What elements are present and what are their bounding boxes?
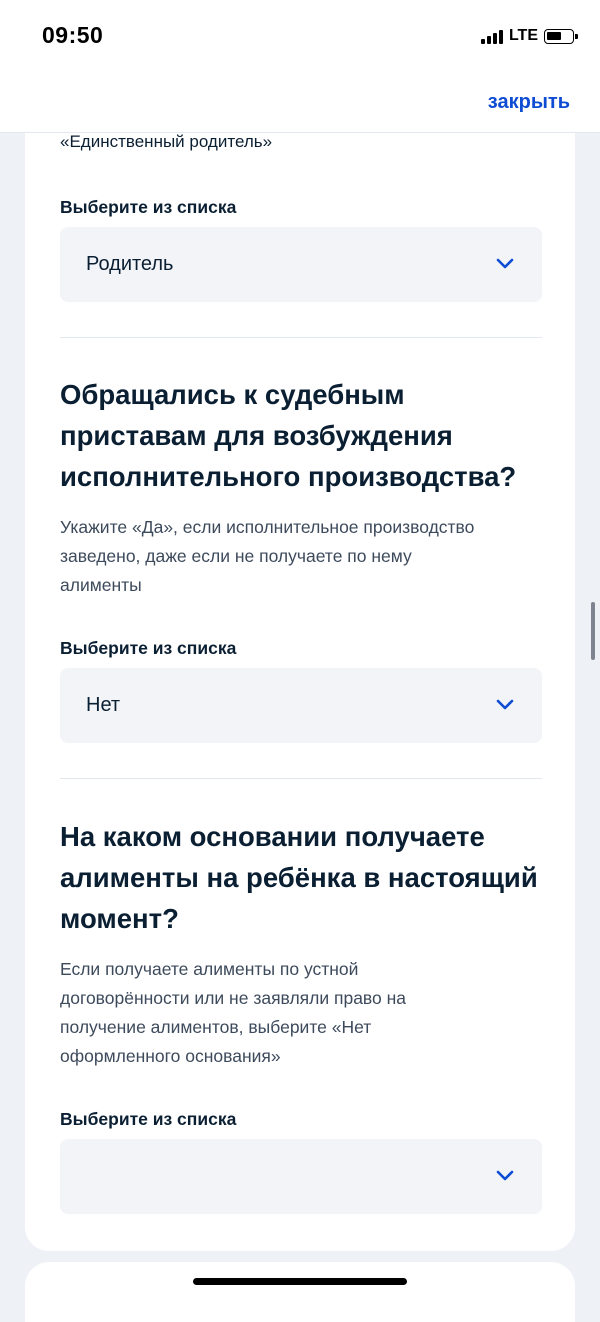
- hint-line: Укажите «Да», если исполнительное произв…: [60, 517, 475, 537]
- hint-line: оформленного основания»: [60, 1046, 281, 1066]
- question-alimony-basis: На каком основании получаете алименты на…: [60, 816, 542, 939]
- hint-line: Если получаете алименты по устной: [60, 959, 359, 979]
- question-line: На каком основании получаете: [60, 821, 485, 852]
- select-value: Нет: [86, 694, 121, 716]
- status-bar: 09:50 LTE: [0, 0, 600, 72]
- next-card: [25, 1262, 575, 1322]
- question-line: приставам для возбуждения: [60, 420, 453, 451]
- chevron-down-icon: [496, 258, 514, 269]
- divider: [60, 337, 542, 338]
- divider: [60, 778, 542, 779]
- form-card: «Единственный родитель» Выберите из спис…: [25, 133, 575, 1251]
- select-parent-role[interactable]: Родитель: [60, 227, 542, 302]
- select-value: Родитель: [86, 253, 174, 275]
- select-label: Выберите из списка: [60, 638, 237, 658]
- question-line: момент?: [60, 903, 179, 934]
- scrollbar-thumb[interactable]: [591, 602, 595, 660]
- close-button[interactable]: закрыть: [488, 91, 570, 114]
- signal-icon: [480, 29, 503, 44]
- nav-bar: закрыть: [0, 72, 600, 133]
- chevron-down-icon: [496, 1170, 514, 1181]
- battery-icon: [544, 28, 578, 44]
- select-label: Выберите из списка: [60, 197, 237, 217]
- question-bailiffs: Обращались к судебным приставам для возб…: [60, 374, 542, 497]
- hint-alimony-basis: Если получаете алименты по устной догово…: [60, 955, 542, 1071]
- status-time: 09:50: [42, 22, 104, 48]
- chevron-down-icon: [496, 699, 514, 710]
- question-line: Обращались к судебным: [60, 379, 405, 410]
- select-alimony-basis[interactable]: [60, 1139, 542, 1214]
- hint-bailiffs: Укажите «Да», если исполнительное произв…: [60, 513, 542, 600]
- network-type: LTE: [508, 27, 538, 44]
- previous-option-text: «Единственный родитель»: [60, 133, 273, 151]
- hint-line: получение алиментов, выберите «Нет: [60, 1017, 372, 1037]
- hint-line: алименты: [60, 575, 142, 595]
- hint-line: договорённости или не заявляли право на: [60, 988, 407, 1008]
- question-line: исполнительного производства?: [60, 461, 517, 492]
- question-line: алименты на ребёнка в настоящий: [60, 862, 538, 893]
- select-bailiffs-answer[interactable]: Нет: [60, 668, 542, 743]
- select-label: Выберите из списка: [60, 1109, 237, 1129]
- hint-line: заведено, даже если не получаете по нему: [60, 546, 412, 566]
- status-indicators: LTE: [480, 26, 578, 46]
- home-indicator[interactable]: [193, 1278, 407, 1285]
